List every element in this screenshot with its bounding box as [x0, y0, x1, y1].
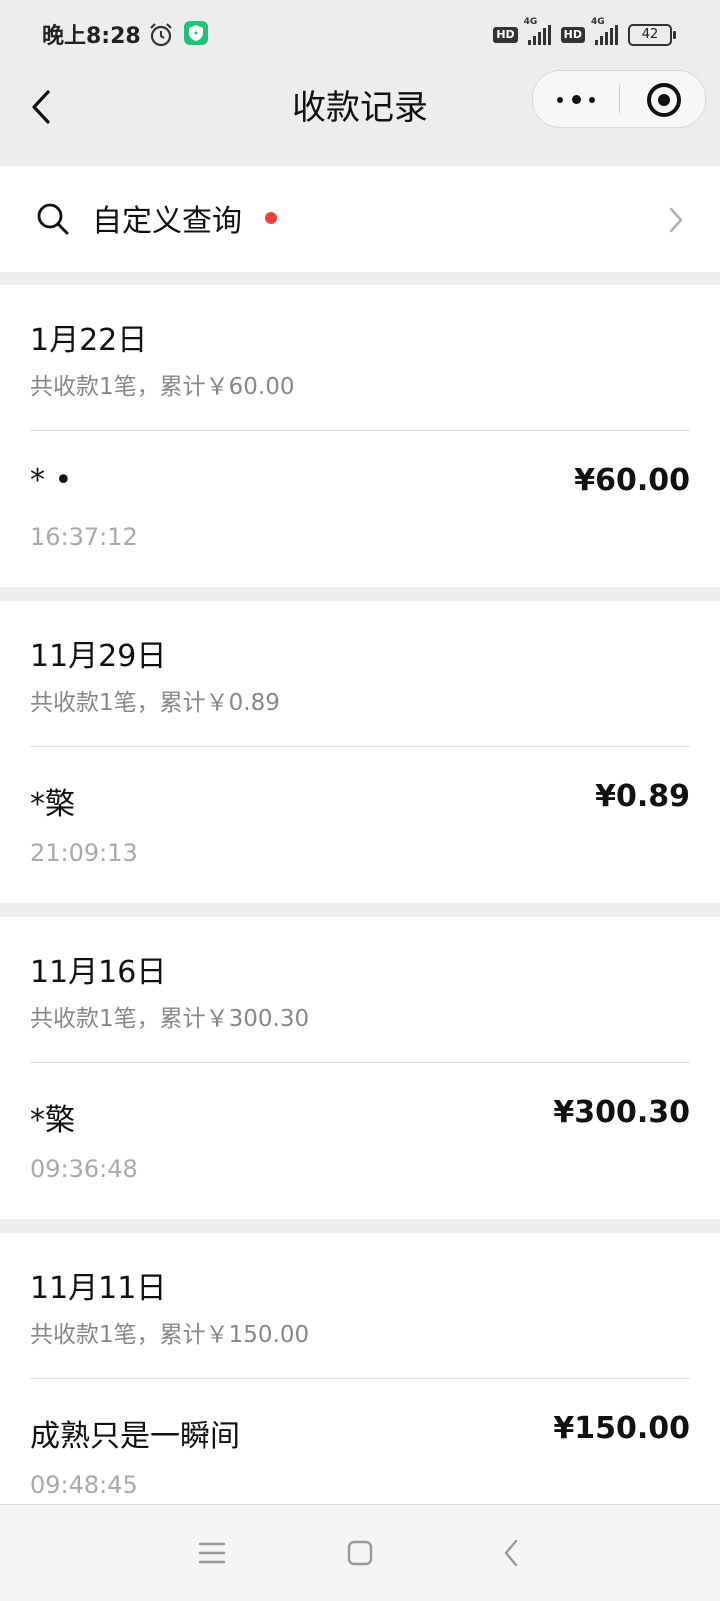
record-amount: ¥150.00	[553, 1411, 690, 1446]
group-summary: 共收款1笔，累计￥300.30	[30, 1006, 310, 1032]
back-triangle-icon	[504, 1539, 518, 1567]
divider	[30, 1062, 690, 1063]
record-amount: ¥300.30	[553, 1095, 690, 1130]
close-mini-program-button[interactable]	[621, 71, 705, 127]
more-dot-icon	[572, 95, 581, 104]
status-time: 晚上8:28	[42, 24, 141, 49]
payment-records-list: 1月22日 共收款1笔，累计￥60.00 * • ¥60.00 16:37:12…	[0, 285, 720, 1549]
group-summary: 共收款1笔，累计￥150.00	[30, 1322, 310, 1348]
mini-program-capsule	[532, 70, 706, 128]
group-date: 11月29日	[30, 639, 167, 674]
date-group: 11月16日 共收款1笔，累计￥300.30 *檠 ¥300.30 09:36:…	[0, 917, 720, 1219]
group-date: 11月16日	[30, 955, 167, 990]
payer-name: *檠	[30, 1103, 75, 1138]
signal-strength-icon: 4G	[524, 17, 551, 45]
system-navigation-bar	[0, 1504, 720, 1601]
nav-bar: 收款记录	[0, 70, 720, 162]
notification-dot	[265, 212, 277, 224]
divider	[30, 430, 690, 431]
signal-strength-icon: 4G	[591, 17, 618, 45]
record-time: 16:37:12	[30, 523, 138, 551]
hd-badge: HD	[493, 27, 518, 43]
chevron-left-icon	[32, 90, 50, 124]
record-time: 09:36:48	[30, 1155, 138, 1183]
target-dot	[658, 94, 670, 106]
payer-name: *檠	[30, 787, 75, 822]
custom-query-label: 自定义查询	[92, 204, 242, 239]
battery-icon: 42	[628, 24, 676, 46]
record-amount: ¥60.00	[574, 463, 690, 498]
network-type-label: 4G	[591, 17, 605, 27]
group-date: 1月22日	[30, 323, 148, 358]
date-group: 11月11日 共收款1笔，累计￥150.00 成熟只是一瞬间 ¥150.00 0…	[0, 1233, 720, 1535]
back-button[interactable]	[22, 82, 62, 132]
system-back-button[interactable]	[492, 1533, 532, 1573]
record-time: 21:09:13	[30, 839, 138, 867]
menu-button[interactable]	[192, 1533, 232, 1573]
record-amount: ¥0.89	[595, 779, 690, 814]
divider	[30, 746, 690, 747]
hd-badge: HD	[560, 27, 585, 43]
status-bar: 晚上8:28 HD 4G HD 4G 42	[0, 0, 720, 70]
more-dot-icon	[589, 97, 595, 103]
home-button[interactable]	[340, 1533, 380, 1573]
menu-icon	[198, 1542, 226, 1564]
alarm-clock-icon	[150, 23, 172, 47]
capsule-divider	[619, 85, 620, 113]
group-date: 11月11日	[30, 1271, 167, 1306]
more-dot-icon	[557, 97, 563, 103]
group-summary: 共收款1笔，累计￥60.00	[30, 374, 295, 400]
more-button[interactable]	[533, 71, 619, 127]
chevron-right-icon	[669, 207, 683, 233]
payer-name: 成熟只是一瞬间	[30, 1419, 240, 1454]
square-home-icon	[347, 1540, 373, 1566]
network-type-label: 4G	[523, 17, 538, 27]
group-summary: 共收款1笔，累计￥0.89	[30, 690, 280, 716]
divider	[30, 1378, 690, 1379]
payer-name: * •	[30, 463, 73, 498]
shield-app-icon	[184, 21, 208, 45]
record-time: 09:48:45	[30, 1471, 138, 1499]
custom-query-row[interactable]: 自定义查询	[0, 166, 720, 272]
search-icon	[37, 203, 69, 235]
date-group: 11月29日 共收款1笔，累计￥0.89 *檠 ¥0.89 21:09:13	[0, 601, 720, 903]
date-group: 1月22日 共收款1笔，累计￥60.00 * • ¥60.00 16:37:12	[0, 285, 720, 587]
